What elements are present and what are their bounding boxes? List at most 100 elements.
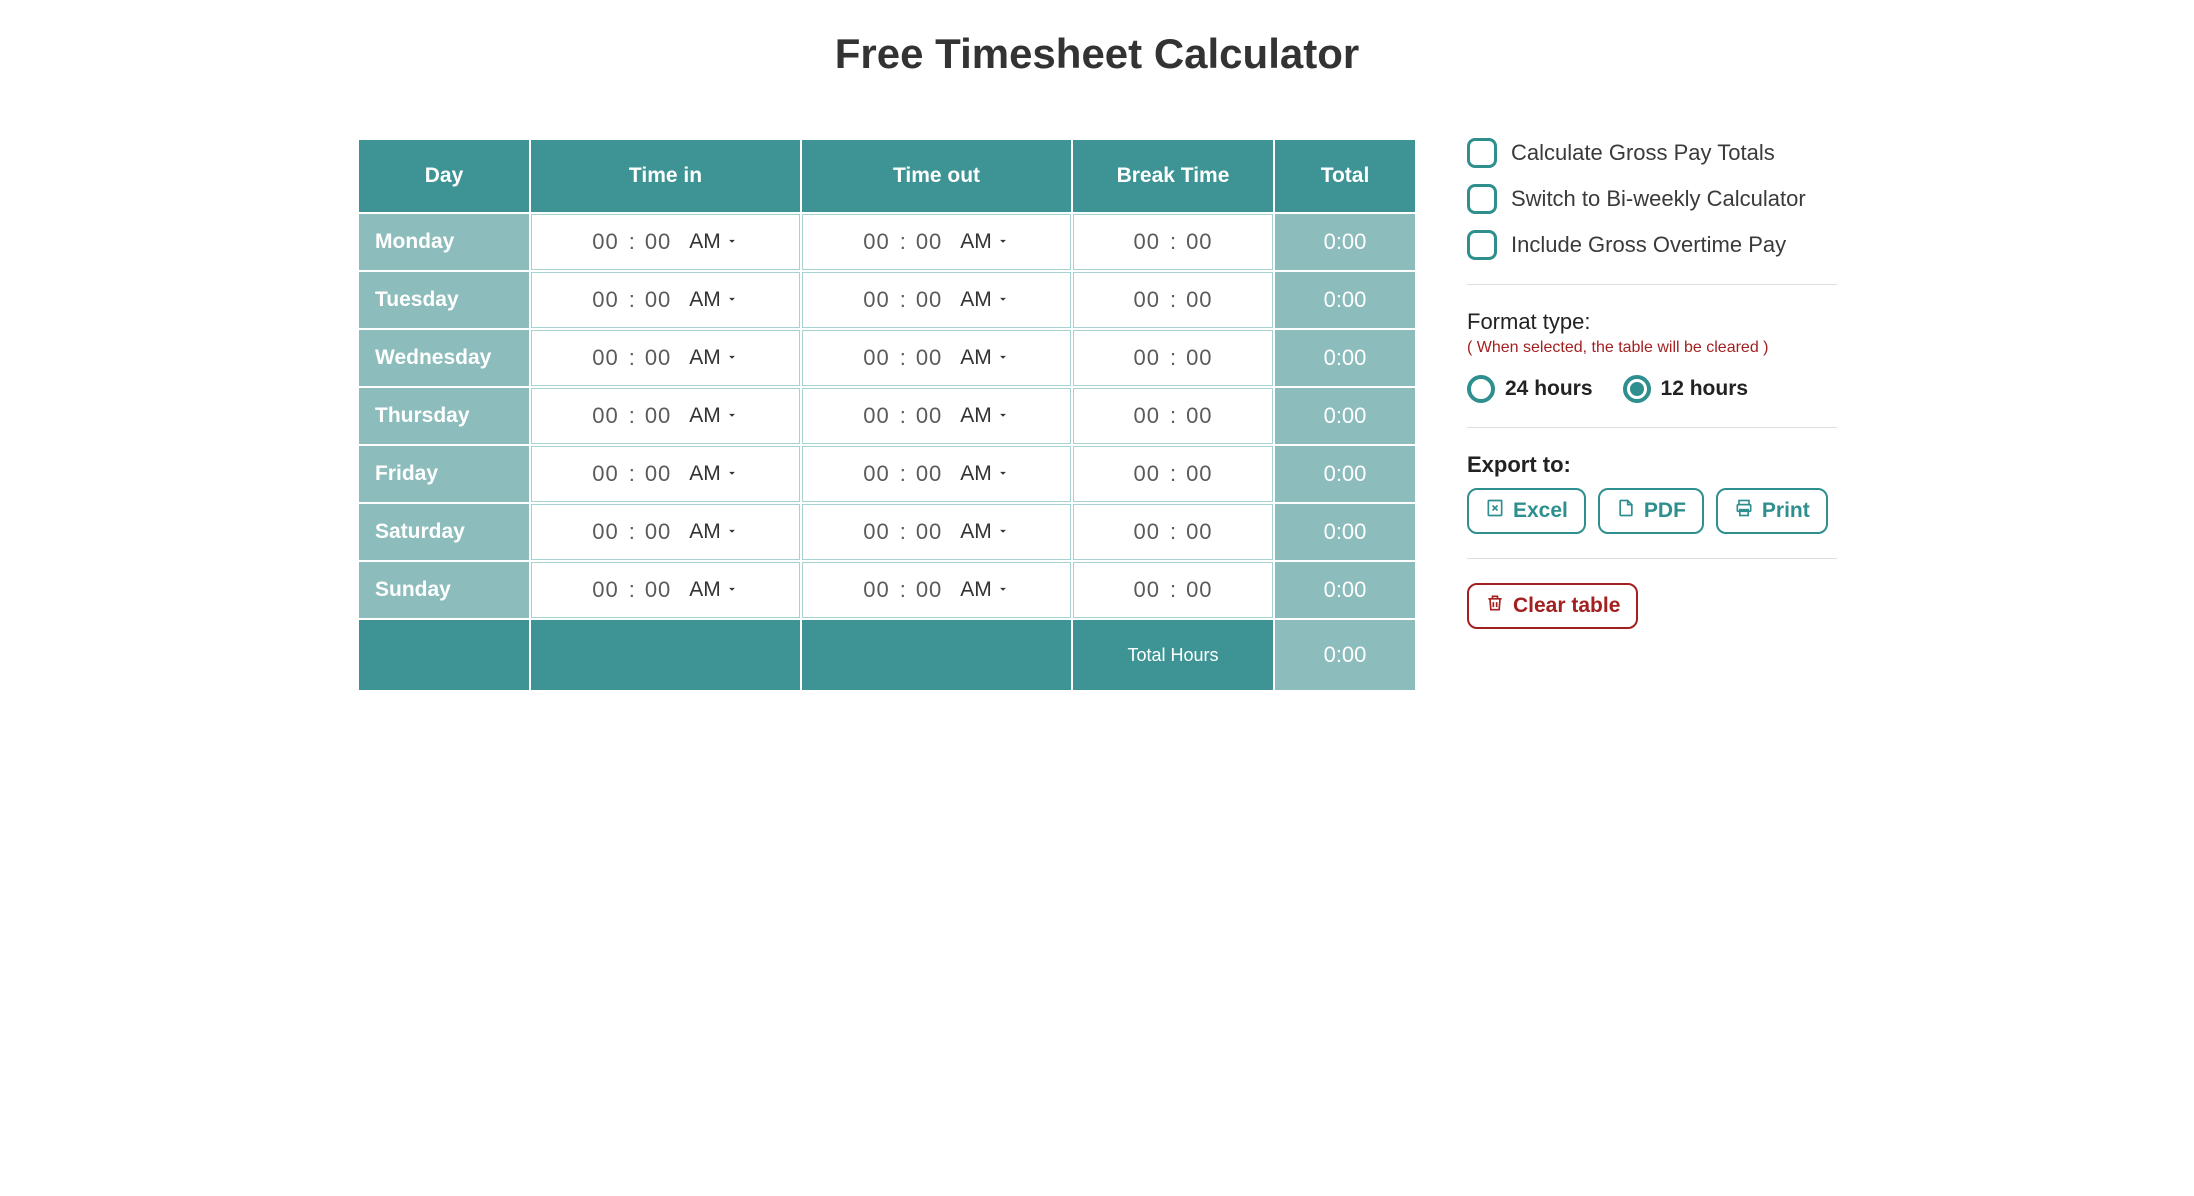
day-label: Wednesday: [359, 330, 529, 386]
colon: :: [629, 577, 635, 603]
colon: :: [1170, 403, 1176, 429]
out-ampm-select[interactable]: AM: [960, 462, 1010, 486]
export-print-button[interactable]: Print: [1716, 488, 1828, 534]
br-hours-input[interactable]: 00: [1133, 403, 1159, 429]
br-hours-input[interactable]: 00: [1133, 287, 1159, 313]
row-total: 0:00: [1275, 562, 1415, 618]
format-radio[interactable]: 12 hours: [1623, 375, 1749, 403]
br-cell: 00:00: [1073, 562, 1273, 618]
export-excel-button[interactable]: Excel: [1467, 488, 1586, 534]
out-ampm-select[interactable]: AM: [960, 288, 1010, 312]
ampm-value: AM: [960, 462, 992, 486]
colon: :: [1170, 577, 1176, 603]
in-cell: 00:00AM: [531, 214, 800, 270]
out-hours-input[interactable]: 00: [863, 403, 889, 429]
out-hours-input[interactable]: 00: [863, 461, 889, 487]
option-row: Include Gross Overtime Pay: [1467, 230, 1837, 260]
in-ampm-select[interactable]: AM: [689, 288, 739, 312]
out-cell: 00:00AM: [802, 272, 1071, 328]
in-minutes-input[interactable]: 00: [645, 403, 671, 429]
out-minutes-input[interactable]: 00: [916, 287, 942, 313]
colon: :: [629, 403, 635, 429]
in-ampm-select[interactable]: AM: [689, 520, 739, 544]
in-minutes-input[interactable]: 00: [645, 287, 671, 313]
out-hours-input[interactable]: 00: [863, 229, 889, 255]
day-label: Friday: [359, 446, 529, 502]
colon: :: [900, 403, 906, 429]
export-pdf-label: PDF: [1644, 499, 1686, 523]
export-pdf-button[interactable]: PDF: [1598, 488, 1704, 534]
out-cell: 00:00AM: [802, 504, 1071, 560]
out-ampm-select[interactable]: AM: [960, 520, 1010, 544]
br-hours-input[interactable]: 00: [1133, 519, 1159, 545]
out-minutes-input[interactable]: 00: [916, 577, 942, 603]
out-minutes-input[interactable]: 00: [916, 519, 942, 545]
in-minutes-input[interactable]: 00: [645, 577, 671, 603]
br-minutes-input[interactable]: 00: [1186, 403, 1212, 429]
in-ampm-select[interactable]: AM: [689, 404, 739, 428]
in-minutes-input[interactable]: 00: [645, 519, 671, 545]
out-minutes-input[interactable]: 00: [916, 461, 942, 487]
br-minutes-input[interactable]: 00: [1186, 229, 1212, 255]
br-minutes-input[interactable]: 00: [1186, 461, 1212, 487]
chevron-down-icon: [996, 230, 1010, 254]
br-minutes-input[interactable]: 00: [1186, 519, 1212, 545]
format-radio[interactable]: 24 hours: [1467, 375, 1593, 403]
in-ampm-select[interactable]: AM: [689, 578, 739, 602]
out-hours-input[interactable]: 00: [863, 577, 889, 603]
in-hours-input[interactable]: 00: [592, 229, 618, 255]
radio-label: 24 hours: [1505, 377, 1593, 401]
br-hours-input[interactable]: 00: [1133, 577, 1159, 603]
colon: :: [900, 461, 906, 487]
footer-blank: [531, 620, 800, 690]
ampm-value: AM: [960, 346, 992, 370]
out-ampm-select[interactable]: AM: [960, 578, 1010, 602]
in-hours-input[interactable]: 00: [592, 345, 618, 371]
out-minutes-input[interactable]: 00: [916, 403, 942, 429]
in-hours-input[interactable]: 00: [592, 519, 618, 545]
in-ampm-select[interactable]: AM: [689, 346, 739, 370]
in-minutes-input[interactable]: 00: [645, 461, 671, 487]
chevron-down-icon: [725, 288, 739, 312]
out-ampm-select[interactable]: AM: [960, 404, 1010, 428]
out-hours-input[interactable]: 00: [863, 287, 889, 313]
br-hours-input[interactable]: 00: [1133, 229, 1159, 255]
day-label: Tuesday: [359, 272, 529, 328]
in-hours-input[interactable]: 00: [592, 461, 618, 487]
clear-table-button[interactable]: Clear table: [1467, 583, 1638, 629]
checkbox[interactable]: [1467, 184, 1497, 214]
chevron-down-icon: [725, 578, 739, 602]
br-hours-input[interactable]: 00: [1133, 345, 1159, 371]
br-cell: 00:00: [1073, 330, 1273, 386]
out-hours-input[interactable]: 00: [863, 519, 889, 545]
in-ampm-select[interactable]: AM: [689, 230, 739, 254]
row-total: 0:00: [1275, 388, 1415, 444]
out-ampm-select[interactable]: AM: [960, 230, 1010, 254]
br-minutes-input[interactable]: 00: [1186, 345, 1212, 371]
out-ampm-select[interactable]: AM: [960, 346, 1010, 370]
br-minutes-input[interactable]: 00: [1186, 287, 1212, 313]
option-label: Switch to Bi-weekly Calculator: [1511, 186, 1806, 212]
day-label: Monday: [359, 214, 529, 270]
colon: :: [1170, 345, 1176, 371]
in-hours-input[interactable]: 00: [592, 287, 618, 313]
br-cell: 00:00: [1073, 272, 1273, 328]
br-hours-input[interactable]: 00: [1133, 461, 1159, 487]
checkbox[interactable]: [1467, 138, 1497, 168]
chevron-down-icon: [725, 346, 739, 370]
in-minutes-input[interactable]: 00: [645, 229, 671, 255]
in-ampm-select[interactable]: AM: [689, 462, 739, 486]
out-hours-input[interactable]: 00: [863, 345, 889, 371]
in-hours-input[interactable]: 00: [592, 577, 618, 603]
out-minutes-input[interactable]: 00: [916, 229, 942, 255]
out-minutes-input[interactable]: 00: [916, 345, 942, 371]
clear-table-label: Clear table: [1513, 594, 1620, 618]
br-minutes-input[interactable]: 00: [1186, 577, 1212, 603]
checkbox[interactable]: [1467, 230, 1497, 260]
in-hours-input[interactable]: 00: [592, 403, 618, 429]
ampm-value: AM: [960, 520, 992, 544]
chevron-down-icon: [725, 520, 739, 544]
footer-total-label: Total Hours: [1073, 620, 1273, 690]
colon: :: [1170, 229, 1176, 255]
in-minutes-input[interactable]: 00: [645, 345, 671, 371]
